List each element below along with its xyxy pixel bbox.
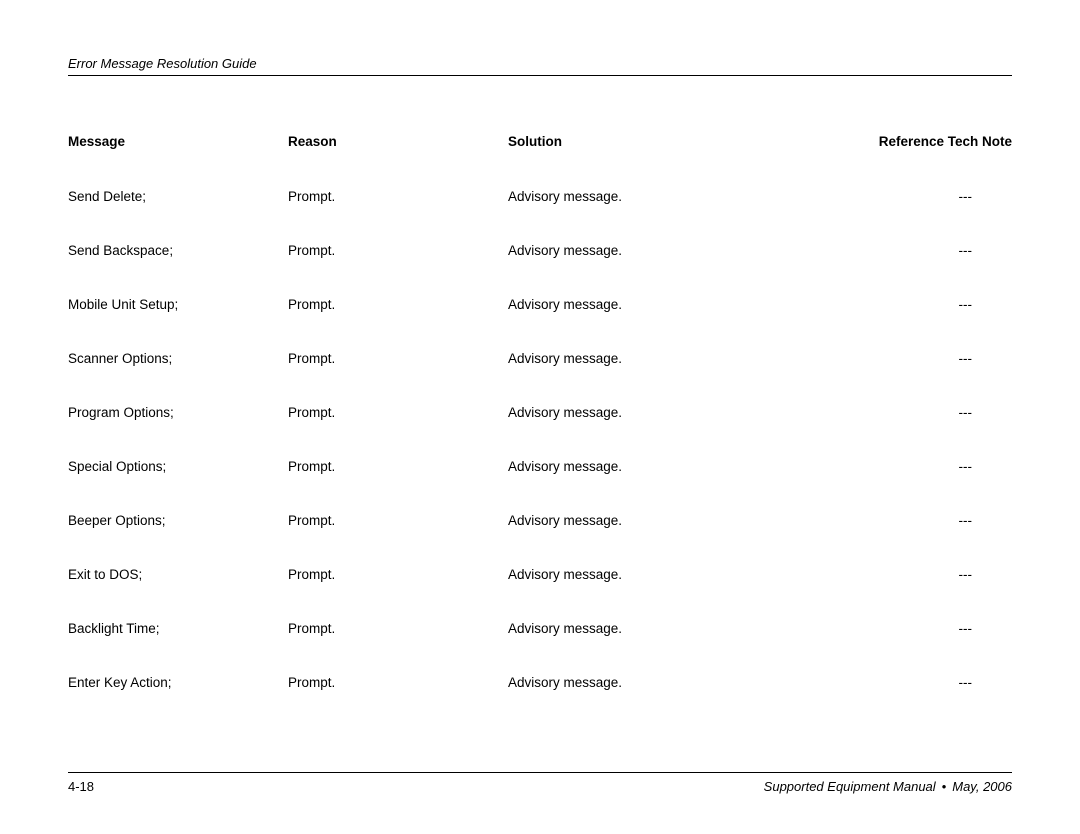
cell-reason: Prompt. — [288, 567, 508, 582]
table-row: Mobile Unit Setup;Prompt.Advisory messag… — [68, 297, 1012, 312]
footer-line: 4-18 Supported Equipment Manual • May, 200… — [68, 779, 1012, 794]
cell-ref: --- — [788, 621, 1012, 636]
footer-bullet: • — [942, 779, 947, 794]
cell-solution: Advisory message. — [508, 351, 788, 366]
error-table: Message Reason Solution Reference Tech N… — [68, 134, 1012, 690]
col-header-message: Message — [68, 134, 288, 149]
table-row: Send Delete;Prompt.Advisory message.--- — [68, 189, 1012, 204]
page-footer: 4-18 Supported Equipment Manual • May, 200… — [68, 772, 1012, 794]
footer-date: May, 2006 — [952, 779, 1012, 794]
cell-solution: Advisory message. — [508, 567, 788, 582]
footer-manual-name: Supported Equipment Manual — [764, 779, 936, 794]
cell-message: Special Options; — [68, 459, 288, 474]
col-header-ref: Reference Tech Note — [788, 134, 1012, 149]
cell-ref: --- — [788, 243, 1012, 258]
cell-message: Send Delete; — [68, 189, 288, 204]
cell-ref: --- — [788, 297, 1012, 312]
footer-rule — [68, 772, 1012, 773]
table-row: Special Options;Prompt.Advisory message.… — [68, 459, 1012, 474]
cell-reason: Prompt. — [288, 297, 508, 312]
cell-ref: --- — [788, 567, 1012, 582]
cell-reason: Prompt. — [288, 621, 508, 636]
footer-right: Supported Equipment Manual • May, 2006 — [764, 779, 1012, 794]
cell-ref: --- — [788, 189, 1012, 204]
table-row: Send Backspace;Prompt.Advisory message.-… — [68, 243, 1012, 258]
cell-reason: Prompt. — [288, 243, 508, 258]
cell-ref: --- — [788, 405, 1012, 420]
cell-solution: Advisory message. — [508, 513, 788, 528]
table-row: Exit to DOS;Prompt.Advisory message.--- — [68, 567, 1012, 582]
cell-reason: Prompt. — [288, 513, 508, 528]
page-header-title: Error Message Resolution Guide — [68, 56, 1012, 71]
header-rule — [68, 75, 1012, 76]
cell-message: Backlight Time; — [68, 621, 288, 636]
cell-solution: Advisory message. — [508, 621, 788, 636]
col-header-reason: Reason — [288, 134, 508, 149]
cell-reason: Prompt. — [288, 351, 508, 366]
cell-ref: --- — [788, 513, 1012, 528]
cell-message: Mobile Unit Setup; — [68, 297, 288, 312]
cell-solution: Advisory message. — [508, 297, 788, 312]
col-header-solution: Solution — [508, 134, 788, 149]
table-row: Program Options;Prompt.Advisory message.… — [68, 405, 1012, 420]
cell-solution: Advisory message. — [508, 405, 788, 420]
cell-solution: Advisory message. — [508, 189, 788, 204]
cell-ref: --- — [788, 459, 1012, 474]
cell-message: Send Backspace; — [68, 243, 288, 258]
cell-message: Beeper Options; — [68, 513, 288, 528]
footer-page-number: 4-18 — [68, 779, 94, 794]
cell-message: Enter Key Action; — [68, 675, 288, 690]
cell-reason: Prompt. — [288, 189, 508, 204]
cell-message: Exit to DOS; — [68, 567, 288, 582]
cell-message: Scanner Options; — [68, 351, 288, 366]
table-header-row: Message Reason Solution Reference Tech N… — [68, 134, 1012, 149]
table-row: Beeper Options;Prompt.Advisory message.-… — [68, 513, 1012, 528]
cell-reason: Prompt. — [288, 675, 508, 690]
table-row: Scanner Options;Prompt.Advisory message.… — [68, 351, 1012, 366]
cell-solution: Advisory message. — [508, 675, 788, 690]
cell-ref: --- — [788, 351, 1012, 366]
cell-solution: Advisory message. — [508, 459, 788, 474]
cell-solution: Advisory message. — [508, 243, 788, 258]
cell-reason: Prompt. — [288, 405, 508, 420]
table-row: Backlight Time;Prompt.Advisory message.-… — [68, 621, 1012, 636]
cell-message: Program Options; — [68, 405, 288, 420]
cell-ref: --- — [788, 675, 1012, 690]
cell-reason: Prompt. — [288, 459, 508, 474]
table-row: Enter Key Action;Prompt.Advisory message… — [68, 675, 1012, 690]
